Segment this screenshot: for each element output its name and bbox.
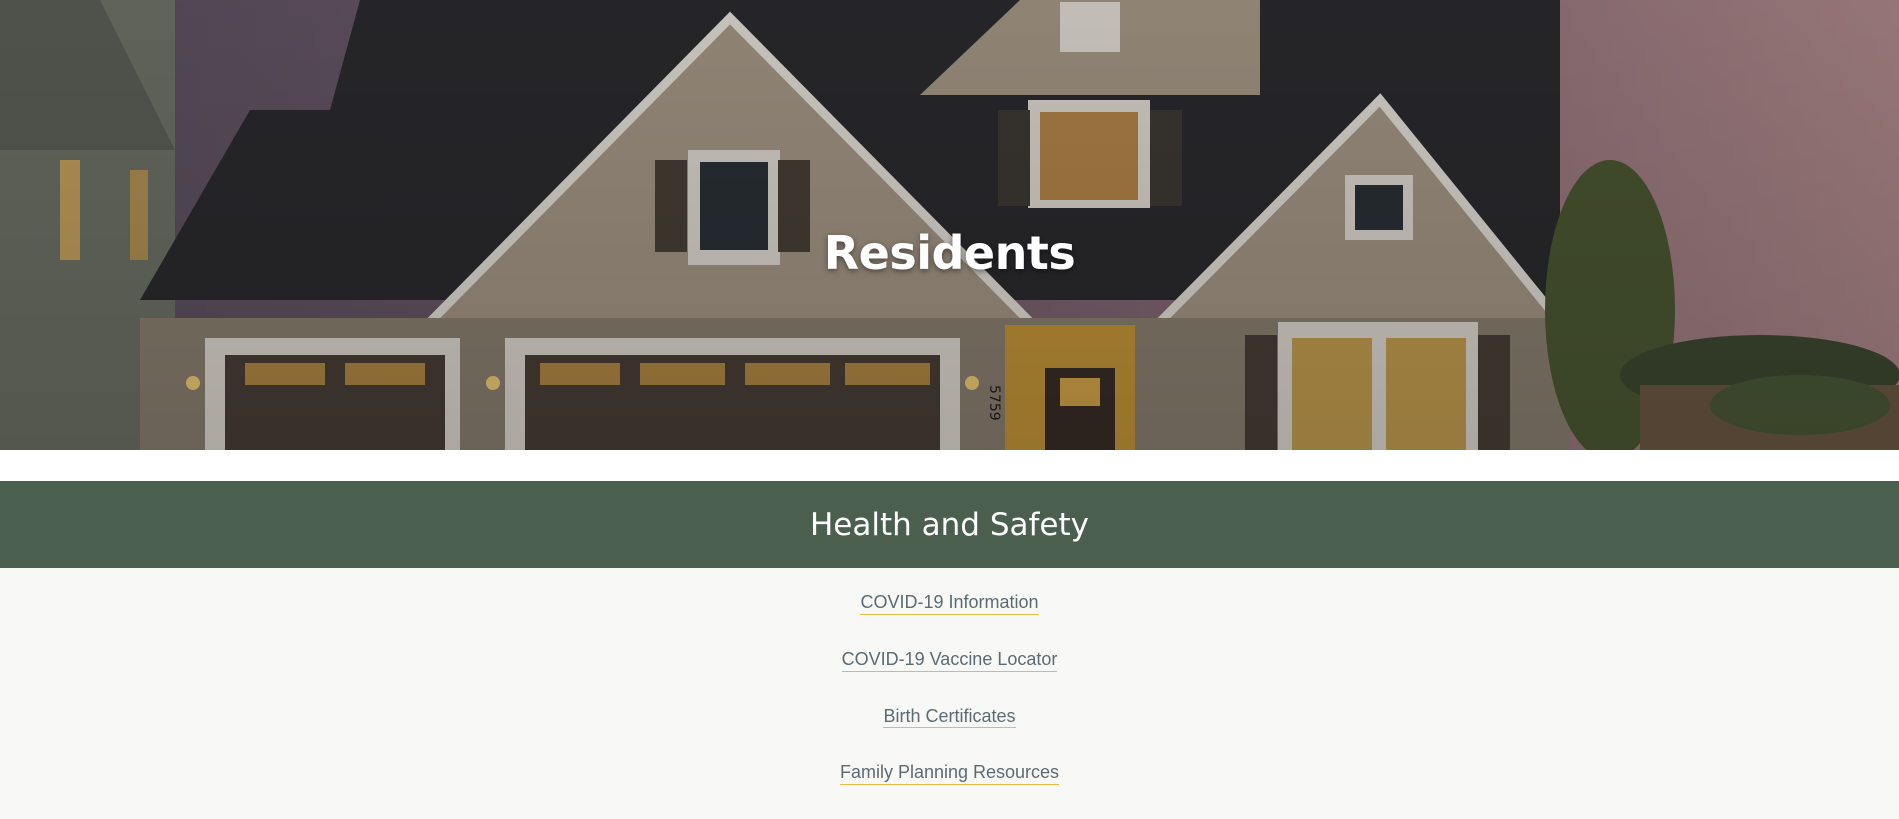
page-title: Residents: [823, 225, 1076, 280]
birth-certificates-link[interactable]: Birth Certificates: [883, 706, 1016, 729]
section-header: Health and Safety: [0, 481, 1899, 568]
section-spacer: [0, 450, 1899, 481]
vaccine-locator-link[interactable]: COVID-19 Vaccine Locator: [841, 649, 1058, 672]
hero-banner: 5759 Residents: [0, 0, 1899, 450]
covid-info-link[interactable]: COVID-19 Information: [860, 592, 1039, 615]
family-planning-link[interactable]: Family Planning Resources: [839, 762, 1060, 785]
section-title: Health and Safety: [810, 506, 1089, 543]
link-list: COVID-19 Information COVID-19 Vaccine Lo…: [0, 568, 1899, 819]
